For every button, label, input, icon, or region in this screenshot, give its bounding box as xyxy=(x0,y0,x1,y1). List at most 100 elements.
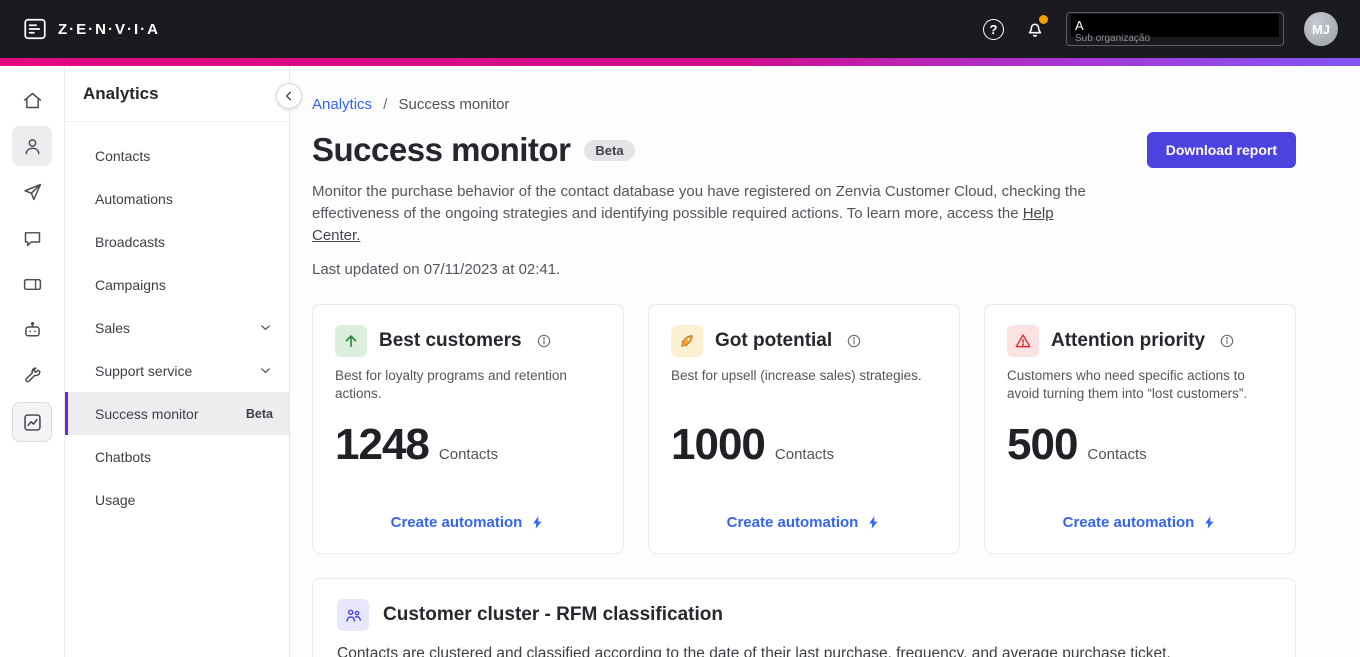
cluster-section-description: Contacts are clustered and classified ac… xyxy=(337,645,1171,657)
card-title: Best customers xyxy=(379,330,522,352)
sidebar-menu: Contacts Automations Broadcasts Campaign… xyxy=(65,122,289,533)
lightning-icon xyxy=(530,515,545,530)
contacts-count: 1248 xyxy=(335,420,430,470)
page-description: Monitor the purchase behavior of the con… xyxy=(312,181,1090,246)
breadcrumb-analytics-link[interactable]: Analytics xyxy=(312,96,372,113)
sidebar-item-support-service[interactable]: Support service xyxy=(65,349,289,392)
card-description: Best for loyalty programs and retention … xyxy=(335,368,567,402)
card-attention-priority: Attention priority Customers who need sp… xyxy=(984,304,1296,555)
send-icon xyxy=(22,182,43,203)
segment-cards: Best customers Best for loyalty programs… xyxy=(312,304,1296,555)
warning-icon xyxy=(1007,325,1039,358)
lightning-icon xyxy=(1202,515,1217,530)
card-description: Customers who need specific actions to a… xyxy=(1007,368,1248,402)
brand-gradient-bar xyxy=(0,58,1360,66)
sidebar-item-label: Success monitor xyxy=(95,405,199,422)
rail-item-broadcasts[interactable] xyxy=(12,172,52,212)
rail-item-tools[interactable] xyxy=(12,356,52,396)
sidebar-item-label: Chatbots xyxy=(95,448,152,465)
sidebar-item-usage[interactable]: Usage xyxy=(65,478,289,521)
home-icon xyxy=(22,90,43,111)
breadcrumb-current: Success monitor xyxy=(398,96,510,113)
icon-rail xyxy=(0,66,65,657)
help-icon[interactable]: ? xyxy=(983,18,1004,40)
contacts-unit: Contacts xyxy=(774,446,835,464)
card-best-customers: Best customers Best for loyalty programs… xyxy=(312,304,624,555)
chat-icon xyxy=(22,228,43,249)
sidebar-item-label: Usage xyxy=(95,491,136,508)
card-title: Attention priority xyxy=(1051,330,1206,352)
create-automation-link[interactable]: Create automation xyxy=(1007,514,1273,533)
notification-dot xyxy=(1039,15,1048,24)
chevron-left-icon xyxy=(282,89,296,103)
tools-icon xyxy=(22,366,43,387)
rail-item-bots[interactable] xyxy=(12,310,52,350)
card-got-potential: Got potential Best for upsell (increase … xyxy=(648,304,960,555)
sub-organization-label: Sub organização xyxy=(1075,33,1151,44)
sidebar-item-label: Support service xyxy=(95,362,193,379)
create-automation-label: Create automation xyxy=(1062,514,1195,532)
sidebar-item-campaigns[interactable]: Campaigns xyxy=(65,263,289,306)
breadcrumb: Analytics / Success monitor xyxy=(312,96,1296,113)
rail-item-home[interactable] xyxy=(12,80,52,120)
zenvia-brand[interactable]: Z·E·N·V·I·A xyxy=(22,16,160,42)
trend-up-icon xyxy=(335,325,367,358)
sidebar-item-label: Contacts xyxy=(95,147,151,164)
info-icon[interactable] xyxy=(536,333,552,349)
contacts-unit: Contacts xyxy=(438,446,499,464)
sidebar-item-chatbots[interactable]: Chatbots xyxy=(65,435,289,478)
chevron-down-icon xyxy=(258,320,273,335)
beta-badge: Beta xyxy=(584,139,635,161)
rail-item-tickets[interactable] xyxy=(12,264,52,304)
card-description: Best for upsell (increase sales) strateg… xyxy=(671,368,922,384)
analytics-icon xyxy=(22,412,43,433)
breadcrumb-separator: / xyxy=(383,96,388,113)
create-automation-label: Create automation xyxy=(726,514,859,532)
last-updated-text: Last updated on 07/11/2023 at 02:41. xyxy=(312,261,561,279)
rail-item-analytics[interactable] xyxy=(12,402,52,442)
sidebar-item-label: Sales xyxy=(95,319,131,336)
sidebar-item-broadcasts[interactable]: Broadcasts xyxy=(65,220,289,263)
notifications-bell-icon[interactable] xyxy=(1024,15,1048,40)
info-icon[interactable] xyxy=(846,333,862,349)
rail-item-contacts[interactable] xyxy=(12,126,52,166)
sidebar-item-label: Campaigns xyxy=(95,276,166,293)
sidebar-item-sales[interactable]: Sales xyxy=(65,306,289,349)
sidebar-collapse-button[interactable] xyxy=(276,83,302,109)
rail-item-conversations[interactable] xyxy=(12,218,52,258)
create-automation-label: Create automation xyxy=(390,514,523,532)
chevron-down-icon xyxy=(258,363,273,378)
zenvia-logo-icon xyxy=(22,16,48,42)
description-text: Monitor the purchase behavior of the con… xyxy=(312,183,1086,222)
bot-icon xyxy=(22,320,43,341)
sidebar-item-success-monitor[interactable]: Success monitor Beta xyxy=(65,392,289,435)
page-title: Success monitor xyxy=(312,131,571,168)
sidebar-item-label: Automations xyxy=(95,190,173,207)
ticket-icon xyxy=(22,274,43,295)
analytics-sidebar: Analytics Contacts Automations Broadcast… xyxy=(65,66,302,657)
lightning-icon xyxy=(866,515,881,530)
organization-selector[interactable]: A Sub organização xyxy=(1066,12,1284,46)
contacts-count: 500 xyxy=(1007,420,1078,470)
user-avatar[interactable]: MJ xyxy=(1304,12,1338,46)
customer-cluster-section: Customer cluster - RFM classification Co… xyxy=(312,578,1296,657)
contacts-unit: Contacts xyxy=(1087,446,1147,464)
card-title: Got potential xyxy=(715,330,833,352)
topbar: Z·E·N·V·I·A ? A Sub organização MJ xyxy=(0,0,1360,58)
rocket-icon xyxy=(671,325,703,358)
sidebar-title: Analytics xyxy=(65,66,289,122)
contacts-count: 1000 xyxy=(671,420,766,470)
main-content: Analytics / Success monitor Success moni… xyxy=(290,66,1360,657)
create-automation-link[interactable]: Create automation xyxy=(335,514,601,533)
download-report-button[interactable]: Download report xyxy=(1146,132,1296,168)
info-icon[interactable] xyxy=(1219,333,1235,349)
contacts-icon xyxy=(22,136,43,157)
create-automation-link[interactable]: Create automation xyxy=(671,514,937,533)
sidebar-item-label: Broadcasts xyxy=(95,233,166,250)
beta-badge: Beta xyxy=(245,406,273,421)
sidebar-item-automations[interactable]: Automations xyxy=(65,177,289,220)
brand-text: Z·E·N·V·I·A xyxy=(58,20,160,38)
sidebar-item-contacts[interactable]: Contacts xyxy=(65,134,289,177)
people-cluster-icon xyxy=(337,599,369,632)
cluster-section-title: Customer cluster - RFM classification xyxy=(383,604,723,626)
